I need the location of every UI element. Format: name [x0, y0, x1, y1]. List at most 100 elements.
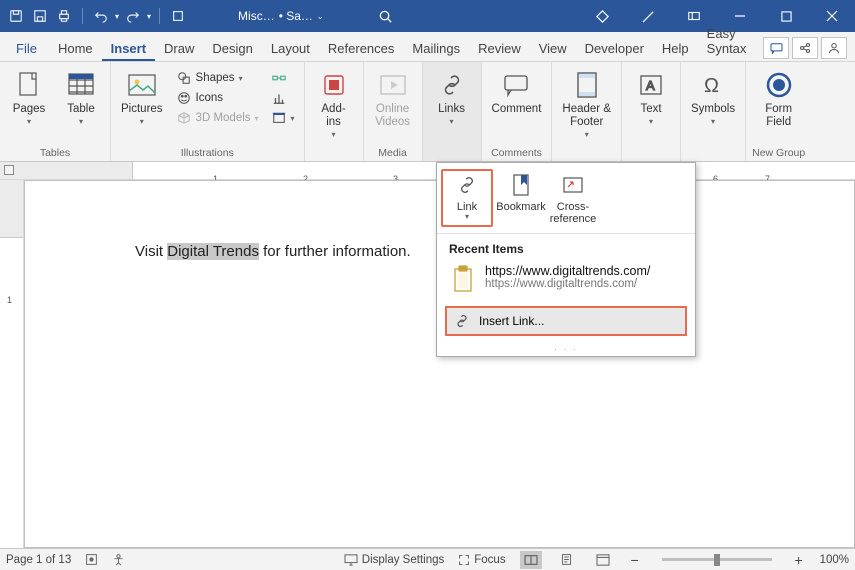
quick-access-toolbar: ▾ ▾ — [0, 6, 188, 26]
screenshot-button[interactable]: ▾ — [268, 109, 298, 127]
tab-insert[interactable]: Insert — [102, 35, 155, 61]
tab-draw[interactable]: Draw — [155, 35, 203, 61]
form-field-button[interactable]: Form Field — [756, 66, 802, 129]
clipboard-icon — [449, 264, 477, 296]
redo-icon[interactable] — [123, 6, 143, 26]
table-button[interactable]: Table▾ — [58, 66, 104, 126]
cross-reference-tool[interactable]: Cross- reference — [547, 169, 599, 227]
vertical-ruler[interactable]: 1 — [0, 180, 24, 548]
tab-review[interactable]: Review — [469, 35, 530, 61]
zoom-thumb[interactable] — [714, 554, 720, 566]
links-dropdown: Link ▾ Bookmark Cross- reference Recent … — [436, 162, 696, 357]
comments-pane-button[interactable] — [763, 37, 789, 59]
chart-icon — [271, 90, 287, 106]
doc-name: Misc… — [238, 9, 275, 23]
group-tables: Pages▾ Table▾ Tables — [0, 62, 111, 161]
zoom-out-button[interactable]: − — [628, 552, 642, 568]
tab-home[interactable]: Home — [49, 35, 102, 61]
search-icon[interactable] — [374, 4, 398, 28]
header-footer-button[interactable]: Header & Footer▾ — [558, 66, 615, 140]
chart-button[interactable] — [268, 89, 298, 107]
document-area: 1 Visit Digital Trends for further infor… — [0, 180, 855, 548]
ribbon-tabs: File Home Insert Draw Design Layout Refe… — [0, 32, 855, 62]
selected-text: Digital Trends — [167, 243, 259, 260]
close-button[interactable] — [809, 0, 855, 32]
smartart-button[interactable] — [268, 69, 298, 87]
focus-button[interactable]: Focus — [458, 554, 505, 566]
web-layout-button[interactable] — [592, 551, 614, 569]
pictures-button[interactable]: Pictures▾ — [117, 66, 167, 126]
link-icon — [453, 312, 471, 330]
cross-ref-icon — [559, 171, 587, 199]
read-mode-button[interactable] — [520, 551, 542, 569]
smartart-icon — [271, 70, 287, 86]
save-icon[interactable] — [30, 6, 50, 26]
maximize-button[interactable] — [763, 0, 809, 32]
group-symbols: Ω Symbols▾ — [681, 62, 746, 161]
account-icon[interactable] — [821, 37, 847, 59]
zoom-slider[interactable] — [662, 558, 772, 561]
icons-button[interactable]: Icons — [173, 89, 262, 107]
svg-text:Ω: Ω — [704, 75, 719, 97]
insert-link-menuitem[interactable]: Insert Link... — [445, 306, 687, 336]
screenshot-icon — [271, 110, 287, 126]
tab-design[interactable]: Design — [203, 35, 261, 61]
comment-button[interactable]: Comment — [488, 66, 546, 116]
shapes-icon — [176, 70, 192, 86]
tab-help[interactable]: Help — [653, 35, 698, 61]
recent-link-title: https://www.digitaltrends.com/ — [485, 264, 650, 278]
diamond-icon[interactable] — [579, 0, 625, 32]
link-icon — [453, 171, 481, 199]
macro-recording-icon[interactable] — [85, 553, 98, 566]
bookmark-icon — [507, 171, 535, 199]
autosave-icon[interactable] — [6, 6, 26, 26]
symbols-button[interactable]: Ω Symbols▾ — [687, 66, 739, 126]
undo-icon[interactable] — [91, 6, 111, 26]
print-layout-button[interactable] — [556, 551, 578, 569]
share-button[interactable] — [792, 37, 818, 59]
icons-icon — [176, 90, 192, 106]
pages-button[interactable]: Pages▾ — [6, 66, 52, 126]
bookmark-tool[interactable]: Bookmark — [495, 169, 547, 227]
comment-icon — [500, 69, 532, 101]
zoom-level[interactable]: 100% — [820, 554, 849, 566]
tab-file[interactable]: File — [4, 35, 49, 61]
tab-view[interactable]: View — [530, 35, 576, 61]
links-button[interactable]: Links▾ — [429, 66, 475, 126]
shapes-button[interactable]: Shapes▾ — [173, 69, 262, 87]
recent-link-item[interactable]: https://www.digitaltrends.com/ https://w… — [437, 260, 695, 306]
horizontal-ruler[interactable]: 1 2 3 4 5 6 7 — [0, 162, 855, 180]
pen-icon[interactable] — [625, 0, 671, 32]
link-tool[interactable]: Link ▾ — [441, 169, 493, 227]
saved-status: • Sa… — [279, 9, 313, 23]
text-button[interactable]: A Text▾ — [628, 66, 674, 126]
pages-icon — [13, 69, 45, 101]
group-newgroup: Form Field New Group — [746, 62, 811, 161]
document-text[interactable]: Visit Digital Trends for further informa… — [135, 243, 411, 261]
status-bar: Page 1 of 13 Display Settings Focus − + … — [0, 548, 855, 570]
quickprint-icon[interactable] — [168, 6, 188, 26]
cube-icon — [176, 110, 192, 126]
display-settings-button[interactable]: Display Settings — [344, 554, 444, 566]
resize-grip[interactable]: · · · — [437, 344, 695, 356]
group-comments: Comment Comments — [482, 62, 553, 161]
svg-text:A: A — [646, 78, 655, 93]
print-icon[interactable] — [54, 6, 74, 26]
tab-references[interactable]: References — [319, 35, 403, 61]
zoom-in-button[interactable]: + — [792, 552, 806, 568]
accessibility-icon[interactable] — [112, 553, 125, 566]
addins-button[interactable]: Add- ins▾ — [311, 66, 357, 140]
tab-developer[interactable]: Developer — [576, 35, 653, 61]
tab-selector[interactable] — [4, 165, 14, 175]
tab-easysyntax[interactable]: Easy Syntax — [698, 20, 763, 61]
recent-link-url: https://www.digitaltrends.com/ — [485, 278, 650, 290]
page-indicator[interactable]: Page 1 of 13 — [6, 554, 71, 566]
group-addins: Add- ins▾ — [305, 62, 364, 161]
document-title[interactable]: Misc… • Sa… ⌄ — [238, 9, 324, 23]
form-field-icon — [763, 69, 795, 101]
tab-mailings[interactable]: Mailings — [403, 35, 469, 61]
3d-models-button[interactable]: 3D Models▾ — [173, 109, 262, 127]
ribbon: Pages▾ Table▾ Tables Pictures▾ Shapes▾ I… — [0, 62, 855, 162]
tab-layout[interactable]: Layout — [262, 35, 319, 61]
pictures-icon — [126, 69, 158, 101]
